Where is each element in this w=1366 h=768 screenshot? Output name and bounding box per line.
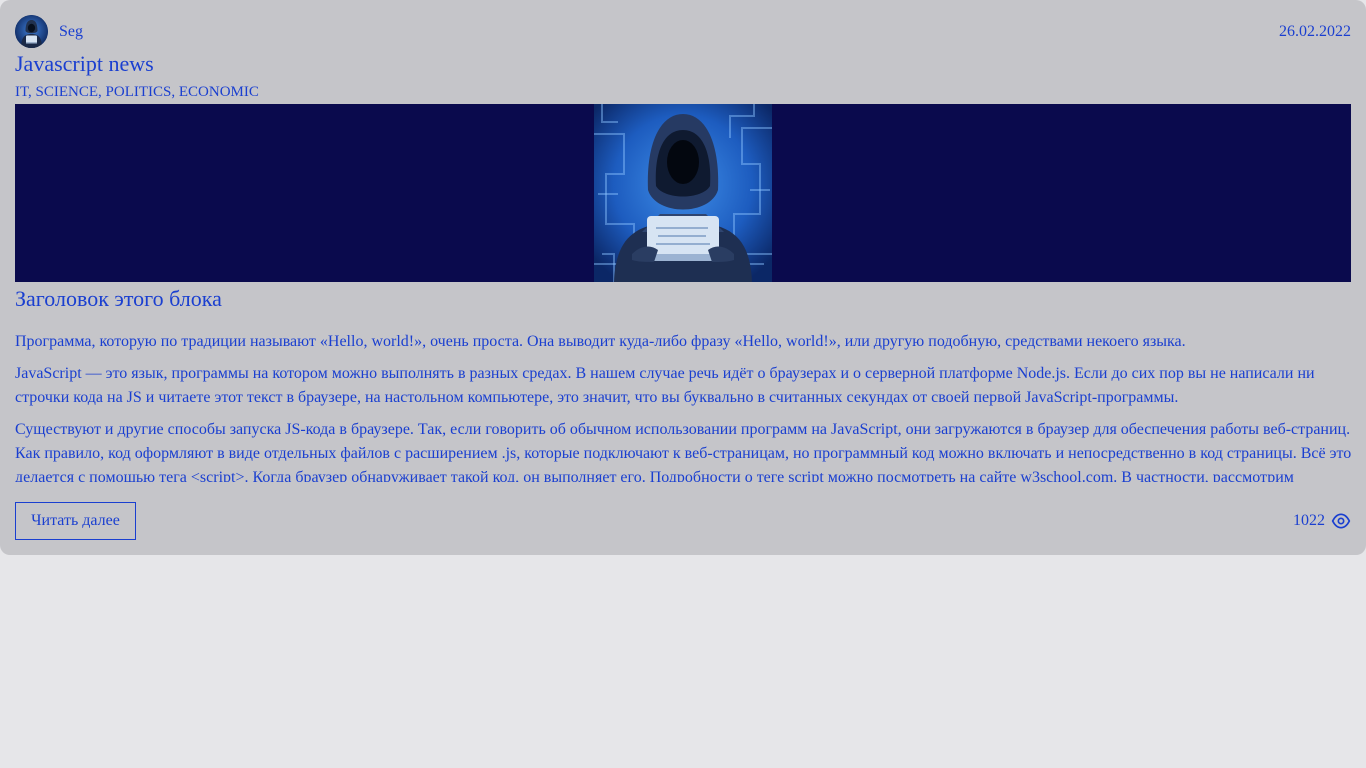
post-banner	[15, 104, 1351, 282]
post-date: 26.02.2022	[1279, 22, 1351, 40]
author-name[interactable]: Seg	[59, 23, 83, 41]
post-title[interactable]: Javascript news	[15, 50, 154, 78]
post-header: Seg 26.02.2022	[15, 15, 1351, 48]
block-title: Заголовок этого блока	[15, 286, 222, 311]
eye-icon	[1331, 513, 1351, 529]
view-count: 1022	[1293, 512, 1325, 529]
paragraph: Существуют и другие способы запуска JS-к…	[15, 421, 1352, 482]
post-card: Seg 26.02.2022 Javascript news IT, SCIEN…	[0, 0, 1366, 555]
hero-image	[594, 104, 772, 282]
post-body: Программа, которую по традиции называют …	[15, 330, 1355, 482]
paragraph: Программа, которую по традиции называют …	[15, 333, 1186, 350]
avatar[interactable]	[15, 15, 48, 48]
paragraph: JavaScript — это язык, программы на кото…	[15, 365, 1315, 406]
post-tags: IT, SCIENCE, POLITICS, ECONOMIC	[15, 84, 259, 100]
author-info[interactable]: Seg	[15, 15, 83, 48]
read-more-button[interactable]: Читать далее	[15, 502, 136, 540]
view-counter: 1022	[1293, 509, 1351, 533]
